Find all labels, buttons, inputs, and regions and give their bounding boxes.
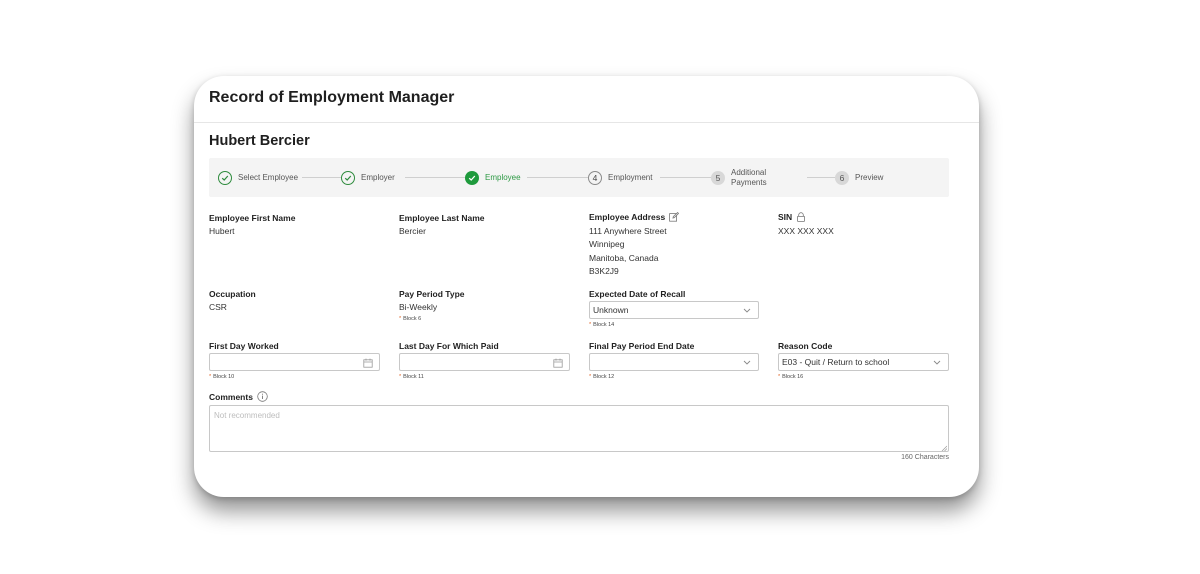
step-label: Employment: [608, 172, 653, 182]
info-icon[interactable]: [257, 391, 268, 402]
hint-text: Block 6: [403, 316, 422, 322]
address-line: 111 Anywhere Street: [589, 226, 667, 236]
expected-recall-value: Unknown: [593, 305, 629, 315]
final-pay-period-select[interactable]: [589, 353, 759, 371]
header-divider: [194, 122, 979, 123]
block-hint: * Block 6: [399, 316, 421, 322]
calendar-icon[interactable]: [363, 358, 373, 368]
last-day-paid-label: Last Day For Which Paid: [399, 341, 499, 351]
lock-icon: [796, 212, 806, 222]
first-name-value: Hubert: [209, 226, 235, 236]
required-star: *: [589, 322, 592, 328]
step-connector: [527, 177, 588, 178]
pay-period-type-label: Pay Period Type: [399, 289, 465, 299]
reason-code-label: Reason Code: [778, 341, 833, 351]
step-label: Preview: [855, 172, 884, 182]
step-label: Additional Payments: [731, 168, 771, 188]
address-label-text: Employee Address: [589, 212, 666, 222]
first-name-label: Employee First Name: [209, 213, 296, 223]
address-line: Manitoba, Canada: [589, 252, 659, 263]
final-pay-period-label: Final Pay Period End Date: [589, 341, 695, 351]
edit-icon[interactable]: [669, 212, 680, 222]
comments-textarea[interactable]: Not recommended: [209, 405, 949, 452]
step-connector: [660, 177, 716, 178]
address-label: Employee Address: [589, 212, 680, 222]
chevron-down-icon: [742, 306, 752, 315]
reason-code-value: E03 - Quit / Return to school: [782, 357, 890, 367]
step-number: 5: [711, 170, 725, 185]
hint-text: Block 16: [782, 374, 804, 380]
step-connector: [302, 177, 342, 178]
sin-value: XXX XXX XXX: [778, 226, 834, 236]
calendar-icon[interactable]: [553, 358, 563, 368]
step-label-line: Payments: [731, 177, 767, 187]
block-hint: * Block 10: [209, 374, 234, 380]
step-additional-payments[interactable]: 5 Additional Payments: [711, 158, 771, 197]
employee-name-heading: Hubert Bercier: [209, 133, 310, 149]
step-number: 4: [588, 170, 602, 185]
occupation-label: Occupation: [209, 289, 256, 299]
check-icon: [341, 170, 355, 185]
comments-label-text: Comments: [209, 391, 253, 402]
required-star: *: [399, 374, 402, 380]
hint-text: Block 12: [593, 374, 615, 380]
hint-text: Block 11: [403, 374, 424, 380]
step-employee[interactable]: Employee: [465, 158, 521, 197]
reason-code-select[interactable]: E03 - Quit / Return to school: [778, 353, 949, 371]
chevron-down-icon: [742, 358, 752, 367]
step-label-line: Additional: [731, 167, 767, 177]
last-day-paid-input[interactable]: [399, 353, 570, 371]
step-select-employee[interactable]: Select Employee: [218, 158, 298, 197]
block-hint: * Block 14: [589, 322, 614, 328]
block-hint: * Block 12: [589, 374, 614, 380]
comments-label: Comments: [209, 391, 268, 402]
step-connector: [807, 177, 835, 178]
required-star: *: [778, 374, 781, 380]
expected-recall-label: Expected Date of Recall: [589, 289, 686, 299]
step-employment[interactable]: 4 Employment: [588, 158, 652, 197]
step-label: Employer: [361, 172, 395, 182]
chevron-down-icon: [932, 358, 942, 367]
step-preview[interactable]: 6 Preview: [835, 158, 883, 197]
required-star: *: [589, 374, 592, 380]
last-name-value: Bercier: [399, 226, 426, 236]
hint-text: Block 14: [593, 322, 615, 328]
sin-label-text: SIN: [778, 212, 793, 222]
roe-manager-card: Record of Employment Manager Hubert Berc…: [194, 76, 979, 497]
last-name-label: Employee Last Name: [399, 213, 485, 223]
first-day-worked-label: First Day Worked: [209, 341, 279, 351]
resize-handle-icon[interactable]: [941, 444, 948, 452]
address-line: B3K2J9: [589, 265, 619, 276]
pay-period-type-value: Bi-Weekly: [399, 302, 438, 312]
step-label: Employee: [485, 172, 521, 182]
comments-placeholder: Not recommended: [214, 411, 280, 420]
required-star: *: [209, 374, 212, 380]
check-icon: [465, 170, 479, 185]
hint-text: Block 10: [213, 374, 235, 380]
address-line: Winnipeg: [589, 239, 625, 250]
progress-stepper: Select Employee Employer Employee 4 Empl…: [209, 158, 949, 197]
app-title: Record of Employment Manager: [209, 89, 455, 106]
step-label: Select Employee: [238, 172, 299, 182]
block-hint: * Block 11: [399, 374, 424, 380]
occupation-value: CSR: [209, 302, 227, 312]
block-hint: * Block 16: [778, 374, 803, 380]
check-icon: [218, 170, 232, 185]
character-count: 160 Characters: [901, 454, 949, 461]
step-connector: [405, 177, 468, 178]
step-number: 6: [835, 170, 849, 185]
address-value: 111 Anywhere Street Winnipeg Manitoba, C…: [589, 225, 667, 278]
sin-label: SIN: [778, 212, 806, 222]
required-star: *: [399, 316, 402, 322]
step-employer[interactable]: Employer: [341, 158, 395, 197]
expected-recall-select[interactable]: Unknown: [589, 301, 759, 319]
first-day-worked-input[interactable]: [209, 353, 380, 371]
